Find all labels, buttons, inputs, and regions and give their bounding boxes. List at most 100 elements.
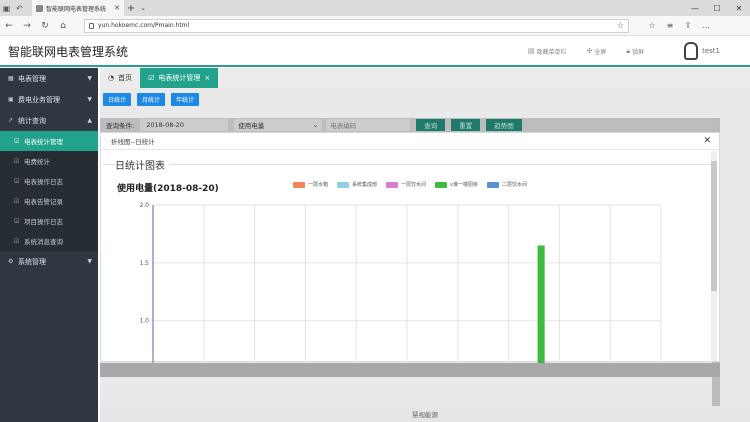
close-window-icon[interactable]: ✕ bbox=[728, 0, 750, 16]
legend-swatch bbox=[386, 181, 399, 188]
month-stats-button[interactable]: 月统计 bbox=[137, 93, 166, 106]
modal-footer bbox=[100, 363, 720, 377]
chart-legend: 一层水箱 系统集成部 一层饮水间 v谁一楼厨房 二层饮水间 bbox=[293, 181, 527, 188]
forward-icon[interactable]: → bbox=[18, 21, 36, 31]
url-field[interactable]: yun.hokoemc.com/Pmain.html ☆ bbox=[84, 18, 629, 33]
browser-tab[interactable]: 智能联网电表管理系统 ✕ bbox=[32, 0, 124, 16]
sidebar-item-label: 费电业务管理 bbox=[18, 95, 60, 104]
minimize-icon[interactable]: — bbox=[684, 0, 706, 16]
lock-screen-label: 锁屏 bbox=[632, 48, 645, 56]
home-icon[interactable]: ⌂ bbox=[54, 21, 72, 31]
legend-item[interactable]: 二层饮水间 bbox=[487, 181, 527, 188]
tab-meter-stats[interactable]: ☑ 电表统计管理 × bbox=[140, 68, 219, 88]
more-icon[interactable]: … bbox=[697, 21, 715, 30]
sidebar-subitem-fee-stats[interactable]: ☑ 电费统计 bbox=[0, 151, 98, 171]
chart-icon: ↗ bbox=[8, 117, 14, 124]
sidebar-subitem-label: 电费统计 bbox=[24, 158, 50, 166]
legend-item[interactable]: v谁一楼厨房 bbox=[435, 181, 478, 188]
tab-actions-icon[interactable]: ▣ bbox=[0, 0, 13, 16]
sidebar-item-label: 系统管理 bbox=[18, 257, 46, 266]
reading-list-icon[interactable]: ≡ bbox=[661, 21, 679, 30]
legend-item[interactable]: 一层饮水间 bbox=[386, 181, 426, 188]
refresh-icon[interactable]: ↻ bbox=[36, 21, 54, 31]
bar bbox=[537, 245, 545, 363]
sidebar-item-statistics[interactable]: ↗ 统计查询 ▲ bbox=[0, 110, 98, 131]
user-menu[interactable]: test1 bbox=[684, 42, 720, 60]
back-icon[interactable]: ← bbox=[0, 21, 18, 31]
sidebar-subitem-meter-stats[interactable]: ☑ 电表统计管理 bbox=[0, 131, 98, 151]
sidebar-subitem-label: 项目操作日志 bbox=[24, 218, 63, 226]
lock-icon bbox=[89, 22, 94, 29]
reset-button[interactable]: 重置 bbox=[451, 119, 481, 131]
sidebar-subitem-label: 电表统计管理 bbox=[24, 138, 63, 146]
bar-chart: 2.0 1.5 1.0 bbox=[139, 202, 662, 363]
tab-back-icon[interactable]: ↶ bbox=[13, 0, 26, 16]
checkbox-icon: ☑ bbox=[14, 177, 20, 185]
checkbox-icon: ☑ bbox=[14, 197, 20, 205]
address-bar-row: ← → ↻ ⌂ yun.hokoemc.com/Pmain.html ☆ ☆ ≡… bbox=[0, 16, 750, 36]
meter-code-input[interactable]: 电表编码 bbox=[326, 119, 411, 131]
menu-icon: ▤ bbox=[527, 47, 535, 55]
y-tick-label: 2.0 bbox=[139, 202, 149, 209]
legend-label: 系统集成部 bbox=[352, 182, 378, 188]
checkbox-icon: ☑ bbox=[14, 217, 20, 225]
sidebar-item-system[interactable]: ⚙ 系统管理 ▼ bbox=[0, 251, 98, 272]
legend-swatch bbox=[337, 181, 350, 188]
chevron-down-icon: ⌄ bbox=[312, 121, 319, 129]
caret-up-icon: ▲ bbox=[87, 117, 92, 124]
type-select[interactable]: 使用电量 ⌄ bbox=[234, 119, 323, 131]
scrollbar-thumb[interactable] bbox=[711, 161, 717, 291]
day-stats-button[interactable]: 日统计 bbox=[103, 93, 132, 106]
sidebar-subitem-label: 系统消息查询 bbox=[24, 238, 63, 246]
hide-menu-button[interactable]: ▤ 隐藏菜单栏 bbox=[528, 47, 567, 56]
sidebar-subitem-messages[interactable]: ☑ 系统消息查询 bbox=[0, 231, 98, 251]
app-title: 智能联网电表管理系统 bbox=[8, 44, 129, 59]
window-controls: — ☐ ✕ bbox=[684, 0, 750, 16]
sidebar-subitem-meter-log[interactable]: ☑ 电表操作日志 bbox=[0, 171, 98, 191]
share-icon[interactable]: ⇧ bbox=[679, 21, 697, 30]
caret-down-icon: ▼ bbox=[87, 258, 92, 265]
close-icon[interactable]: × bbox=[204, 74, 210, 82]
close-icon[interactable]: ✕ bbox=[703, 136, 711, 146]
close-tab-icon[interactable]: ✕ bbox=[114, 4, 120, 12]
checkbox-icon: ☑ bbox=[14, 237, 20, 245]
fullscreen-label: 全屏 bbox=[594, 48, 607, 56]
legend-item[interactable]: 系统集成部 bbox=[337, 181, 377, 188]
fullscreen-button[interactable]: ✣ 全屏 bbox=[586, 47, 606, 56]
sidebar-item-billing[interactable]: ▣ 费电业务管理 ▼ bbox=[0, 89, 98, 110]
chevron-down-icon[interactable]: ⌄ bbox=[138, 0, 148, 16]
padlock-icon: 🔒︎ bbox=[626, 46, 631, 55]
meter-icon: ▦ bbox=[8, 75, 14, 82]
lock-screen-button[interactable]: 🔒︎ 锁屏 bbox=[626, 47, 644, 56]
legend-item[interactable]: 一层水箱 bbox=[293, 181, 328, 188]
year-stats-button[interactable]: 年统计 bbox=[171, 93, 200, 106]
modal-scrollbar[interactable] bbox=[711, 151, 717, 361]
tab-home[interactable]: ◔ 首页 bbox=[100, 68, 140, 88]
url-text: yun.hokoemc.com/Pmain.html bbox=[98, 22, 190, 29]
chart-title: 使用电量(2018-08-20) bbox=[117, 184, 219, 194]
sidebar-subitem-alarm-log[interactable]: ☑ 电表告警记录 bbox=[0, 191, 98, 211]
sidebar-subitem-project-log[interactable]: ☑ 项目操作日志 bbox=[0, 211, 98, 231]
caret-down-icon: ▼ bbox=[87, 96, 92, 103]
date-field[interactable]: 2018-08-20 bbox=[140, 119, 229, 131]
new-tab-icon[interactable]: + bbox=[124, 0, 138, 16]
favorites-icon[interactable]: ☆ bbox=[643, 21, 661, 30]
dashboard-icon: ◔ bbox=[108, 74, 115, 82]
sidebar-item-meter-management[interactable]: ▦ 电表管理 ▼ bbox=[0, 68, 98, 89]
modal-header: 折线图--日统计 ✕ bbox=[101, 133, 719, 150]
checkbox-icon: ☑ bbox=[148, 74, 155, 82]
star-icon[interactable]: ☆ bbox=[617, 21, 624, 30]
legend-swatch bbox=[293, 181, 305, 188]
checkbox-icon: ☑ bbox=[14, 137, 20, 145]
footer-text: 慧视能源 bbox=[412, 411, 438, 419]
trend-button[interactable]: 趋势图 bbox=[486, 119, 522, 131]
legend-label: 一层饮水间 bbox=[401, 182, 427, 188]
sidebar-item-label: 电表管理 bbox=[18, 74, 46, 83]
maximize-icon[interactable]: ☐ bbox=[706, 0, 728, 16]
footer-bar: 慧视能源 bbox=[100, 406, 750, 422]
app-header: 智能联网电表管理系统 ▤ 隐藏菜单栏 ✣ 全屏 🔒︎ 锁屏 test1 bbox=[0, 37, 750, 67]
filter-bar: 查询条件: 2018-08-20 使用电量 ⌄ 电表编码 查询 重置 趋势图 bbox=[100, 118, 720, 132]
query-button[interactable]: 查询 bbox=[416, 119, 446, 131]
avatar bbox=[684, 42, 699, 60]
favicon-icon bbox=[36, 4, 43, 12]
